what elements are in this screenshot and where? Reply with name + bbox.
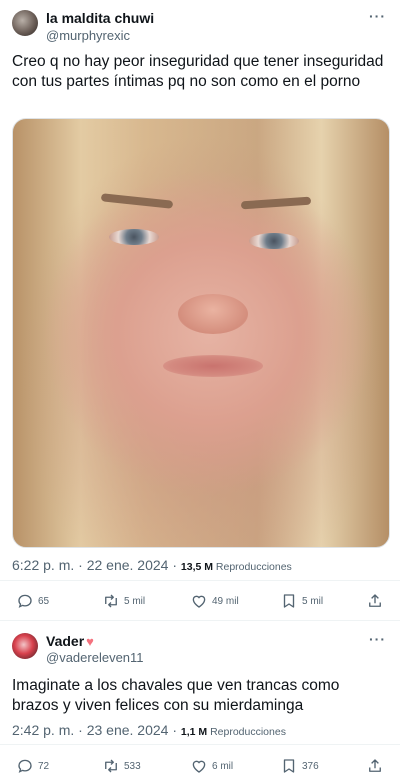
action-bar: 72 533 6 mil 376 xyxy=(0,755,400,779)
share-icon xyxy=(369,759,381,772)
photo-detail xyxy=(249,233,299,249)
reply-icon xyxy=(18,759,32,773)
share-button[interactable] xyxy=(366,590,384,612)
divider xyxy=(0,580,400,581)
photo-detail xyxy=(178,294,248,334)
author-handle[interactable]: @murphyrexic xyxy=(46,28,130,43)
retweet-button[interactable]: 5 mil xyxy=(102,590,145,612)
tweet-meta: 6:22 p. m. · 22 ene. 2024 · 13,5 M Repro… xyxy=(12,557,292,573)
share-button[interactable] xyxy=(366,755,384,777)
photo-detail xyxy=(163,355,263,377)
more-icon[interactable]: ··· xyxy=(369,8,386,24)
avatar[interactable] xyxy=(12,10,38,36)
tweet-divider xyxy=(0,620,400,621)
retweet-icon xyxy=(105,759,117,773)
view-count: 1,1 M xyxy=(180,726,208,738)
view-count: 13,5 M xyxy=(180,561,213,573)
tweet-photo[interactable] xyxy=(12,118,390,548)
reply-count: 72 xyxy=(38,760,50,772)
tweet-meta: 2:42 p. m. · 23 ene. 2024 · 1,1 M Reprod… xyxy=(12,722,286,738)
like-icon xyxy=(192,760,206,773)
author-name-text: Vader xyxy=(46,633,85,649)
bookmark-icon xyxy=(283,594,295,608)
tweet-text: Creo q no hay peor inseguridad que tener… xyxy=(12,53,384,90)
more-icon[interactable]: ··· xyxy=(369,631,386,647)
reply-button[interactable]: 72 xyxy=(16,755,49,777)
tweet-text: Imaginate a los chavales que ven trancas… xyxy=(12,677,340,714)
views-label: Reproducciones xyxy=(213,561,292,573)
reply-button[interactable]: 65 xyxy=(16,590,49,612)
photo-detail xyxy=(100,193,174,209)
author-name[interactable]: Vader ♥ xyxy=(46,633,94,649)
tweet[interactable]: Vader ♥ @vadereleven11 ··· Imaginate a lo… xyxy=(0,622,400,784)
like-count: 6 mil xyxy=(212,760,234,772)
views-label: Reproducciones xyxy=(207,726,286,738)
bookmark-count: 376 xyxy=(302,760,319,772)
action-bar: 65 5 mil 49 mil 5 mil xyxy=(0,590,400,614)
retweet-icon xyxy=(105,594,117,608)
photo-detail xyxy=(240,196,312,210)
share-icon xyxy=(369,594,381,607)
retweet-count: 533 xyxy=(124,760,141,772)
like-icon xyxy=(192,595,206,608)
like-button[interactable]: 6 mil xyxy=(190,755,233,777)
timestamp[interactable]: 6:22 p. m. · 22 ene. 2024 · xyxy=(12,557,181,573)
timestamp[interactable]: 2:42 p. m. · 23 ene. 2024 · xyxy=(12,722,181,738)
divider xyxy=(0,744,400,745)
bookmark-count: 5 mil xyxy=(302,595,324,607)
like-button[interactable]: 49 mil xyxy=(190,590,239,612)
author-name[interactable]: la maldita chuwi xyxy=(46,10,154,26)
tweet[interactable]: la maldita chuwi @murphyrexic ··· Creo q… xyxy=(0,0,400,620)
photo-detail xyxy=(109,229,159,245)
author-handle[interactable]: @vadereleven11 xyxy=(46,650,144,665)
retweet-button[interactable]: 533 xyxy=(102,755,141,777)
reply-count: 65 xyxy=(38,595,50,607)
bookmark-icon xyxy=(283,759,295,773)
heart-emoji: ♥ xyxy=(86,634,94,649)
retweet-count: 5 mil xyxy=(124,595,146,607)
like-count: 49 mil xyxy=(212,595,239,607)
bookmark-button[interactable]: 5 mil xyxy=(280,590,323,612)
reply-icon xyxy=(18,594,32,608)
bookmark-button[interactable]: 376 xyxy=(280,755,319,777)
avatar[interactable] xyxy=(12,633,38,659)
